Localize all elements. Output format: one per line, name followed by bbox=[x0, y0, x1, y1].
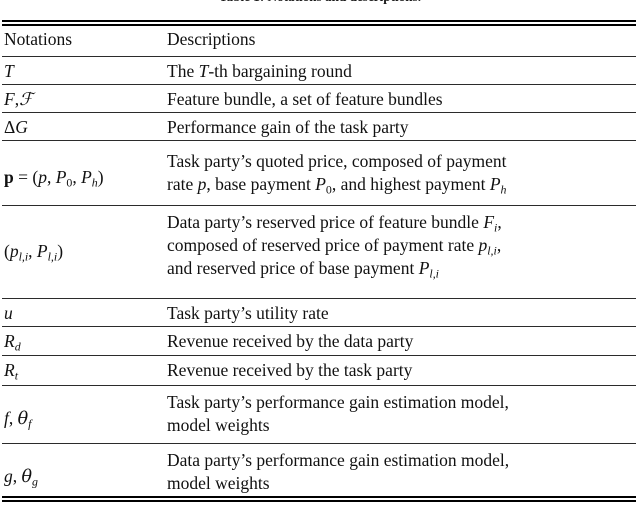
description-line: Data party’s performance gain estimation… bbox=[167, 450, 510, 470]
rule-row-8 bbox=[2, 385, 636, 386]
description-line: Revenue received by the task party bbox=[167, 360, 413, 380]
description-cell: Feature bundle, a set of feature bundles bbox=[167, 88, 639, 111]
table-caption-strip: Table 1: Notations and descriptions. bbox=[0, 0, 640, 14]
rule-row-6 bbox=[2, 326, 636, 327]
rule-bottom-outer bbox=[2, 500, 636, 502]
description-line: Task party’s performance gain estimation… bbox=[167, 392, 509, 412]
rule-row-7 bbox=[2, 355, 636, 356]
rule-row-4 bbox=[2, 205, 636, 206]
description-line: Feature bundle, a set of feature bundles bbox=[167, 89, 443, 109]
notation-table-figure: Table 1: Notations and descriptions. Not… bbox=[0, 0, 640, 505]
description-line: Performance gain of the task party bbox=[167, 117, 409, 137]
rule-header-bottom bbox=[2, 56, 636, 57]
description-cell: Task party’s utility rate bbox=[167, 302, 639, 325]
notation-cell: g, θg bbox=[4, 466, 38, 489]
notation-cell: Rt bbox=[4, 360, 19, 383]
rule-bottom-inner bbox=[2, 496, 636, 498]
rule-row-1 bbox=[2, 84, 636, 85]
description-cell: Performance gain of the task party bbox=[167, 116, 639, 139]
description-line: The T-th bargaining round bbox=[167, 61, 352, 81]
description-cell: Revenue received by the task party bbox=[167, 359, 639, 382]
description-line: rate p, base payment P0, and highest pay… bbox=[167, 173, 507, 197]
notation-cell: (pl,i, Pl,i) bbox=[4, 241, 64, 264]
description-cell: Data party’s performance gain estimation… bbox=[167, 449, 639, 495]
column-header-descriptions: Descriptions bbox=[167, 29, 256, 49]
rule-top-inner bbox=[2, 24, 636, 26]
description-line: Data party’s reserved price of feature b… bbox=[167, 212, 502, 235]
rule-row-2 bbox=[2, 112, 636, 113]
description-line: composed of reserved price of payment ra… bbox=[167, 234, 502, 258]
description-cell: The T-th bargaining round bbox=[167, 60, 639, 83]
description-line: Task party’s quoted price, composed of p… bbox=[167, 151, 507, 171]
description-line: Revenue received by the data party bbox=[167, 331, 414, 351]
notation-cell: F,ℱ bbox=[4, 89, 33, 110]
description-cell: Task party’s quoted price, composed of p… bbox=[167, 150, 639, 196]
column-header-notations: Notations bbox=[4, 29, 73, 49]
description-cell: Revenue received by the data party bbox=[167, 330, 639, 353]
description-cell: Data party’s reserved price of feature b… bbox=[167, 211, 639, 279]
description-line: model weights bbox=[167, 472, 270, 493]
description-line: model weights bbox=[167, 414, 270, 435]
notation-cell: u bbox=[4, 303, 13, 323]
rule-top-outer bbox=[2, 20, 636, 22]
notation-cell: ΔG bbox=[4, 117, 28, 137]
notation-cell: f, θf bbox=[4, 408, 32, 431]
notation-cell: p = (p, P0, Ph) bbox=[4, 167, 104, 190]
description-cell: Task party’s performance gain estimation… bbox=[167, 391, 639, 437]
description-line: and reserved price of base payment Pl,i bbox=[167, 257, 439, 280]
rule-row-9 bbox=[2, 443, 636, 444]
description-line: Task party’s utility rate bbox=[167, 303, 329, 323]
table-caption: Table 1: Notations and descriptions. bbox=[0, 0, 640, 5]
rule-row-3 bbox=[2, 140, 636, 141]
notation-cell: T bbox=[4, 61, 14, 81]
rule-row-5 bbox=[2, 298, 636, 299]
notation-cell: Rd bbox=[4, 331, 21, 354]
